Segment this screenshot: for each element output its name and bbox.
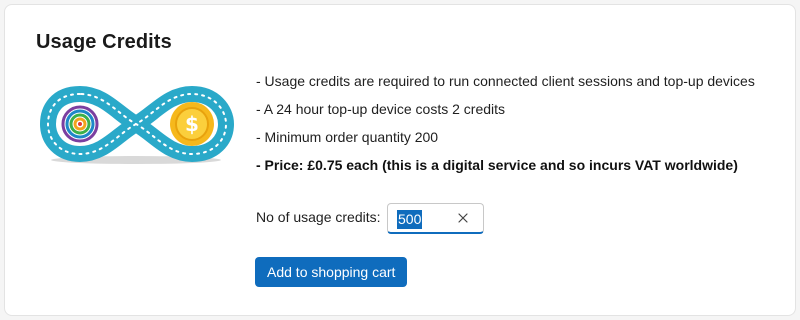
add-to-cart-button[interactable]: Add to shopping cart xyxy=(255,257,408,287)
description-list: - Usage credits are required to run conn… xyxy=(256,73,786,185)
description-item-sessions: - Usage credits are required to run conn… xyxy=(256,73,755,89)
clear-quantity-button[interactable] xyxy=(455,210,471,226)
usage-credits-card: Usage Credits $ - Usage credits are requ… xyxy=(4,4,796,316)
infinity-coin-logo-icon: $ xyxy=(40,86,234,164)
description-item-device-cost: - A 24 hour top-up device costs 2 credit… xyxy=(256,101,506,117)
quantity-field[interactable]: 500 xyxy=(387,203,484,234)
quantity-input[interactable] xyxy=(396,210,456,228)
description-item-price: - Price: £0.75 each (this is a digital s… xyxy=(256,157,738,173)
quantity-label: No of usage credits: xyxy=(256,209,381,225)
coin-symbol: $ xyxy=(185,112,199,136)
close-icon xyxy=(458,213,468,223)
usage-credits-logo: $ xyxy=(36,72,236,172)
description-item-minimum-order: - Minimum order quantity 200 xyxy=(256,129,439,145)
card-title: Usage Credits xyxy=(36,31,172,53)
